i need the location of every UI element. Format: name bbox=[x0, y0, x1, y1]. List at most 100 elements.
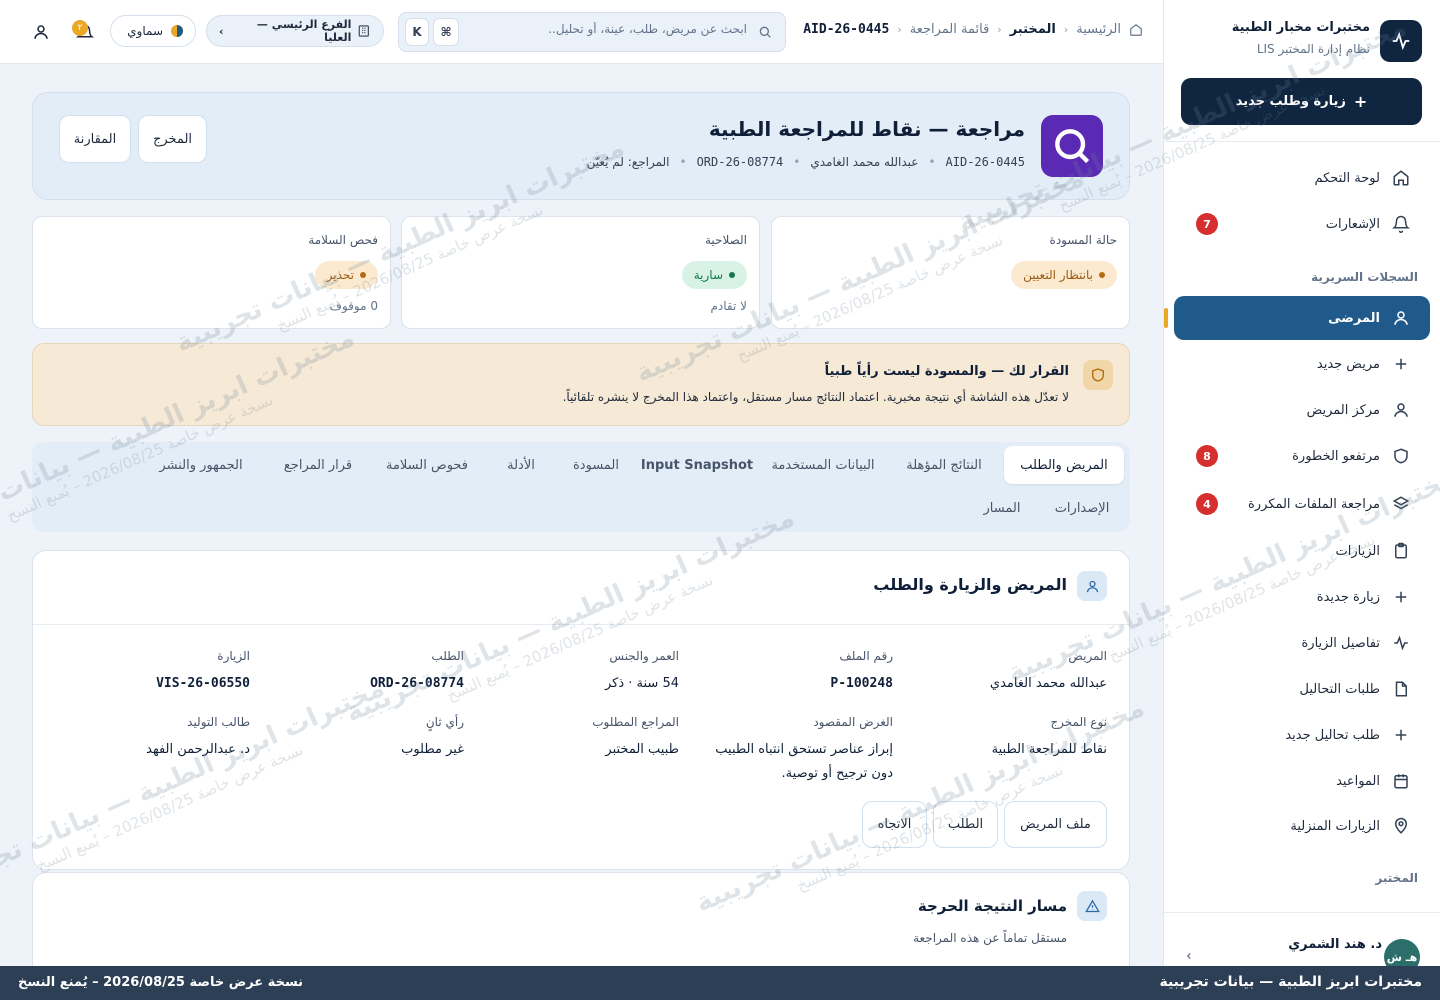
trend-button[interactable]: الاتجاه bbox=[862, 801, 927, 848]
user-icon[interactable] bbox=[32, 23, 50, 41]
sidebar-item-label: الزيارات المنزلية bbox=[1290, 818, 1380, 834]
plus-icon: + bbox=[1353, 92, 1368, 111]
tab-audience-publish[interactable]: الجمهور والنشر bbox=[138, 446, 264, 484]
field-value-order: ORD-26-08774 bbox=[370, 676, 464, 691]
divider bbox=[1164, 141, 1440, 142]
validity-value: سارية bbox=[693, 268, 723, 282]
chevron-right-icon: › bbox=[219, 24, 224, 38]
map-pin-icon bbox=[1394, 817, 1408, 834]
order-button[interactable]: الطلب bbox=[933, 801, 998, 848]
home-icon bbox=[1130, 23, 1142, 36]
global-search[interactable]: ⌘ K bbox=[398, 12, 786, 52]
duplicates-badge: 4 bbox=[1196, 493, 1218, 515]
tab-safety-checks[interactable]: فحوص السلامة bbox=[372, 446, 482, 484]
branch-label: الفرع الرئيسي — العليا bbox=[256, 18, 352, 44]
field-label: الطلب bbox=[431, 649, 464, 663]
sidebar-item-dashboard[interactable]: لوحة التحكم bbox=[1174, 156, 1430, 200]
tab-reviewer-decision[interactable]: قرار المراجع bbox=[270, 446, 366, 484]
draft-status-label: حالة المسودة bbox=[1049, 233, 1117, 247]
search-input[interactable] bbox=[547, 22, 747, 36]
layers-icon bbox=[1392, 496, 1410, 510]
theme-selector[interactable]: سماوي bbox=[110, 15, 196, 47]
patient-file-button[interactable]: ملف المريض bbox=[1004, 801, 1107, 848]
tab-used-data[interactable]: البيانات المستخدمة bbox=[762, 446, 884, 484]
user-icon bbox=[1077, 571, 1107, 601]
sidebar-item-label: المواعيد bbox=[1336, 773, 1380, 789]
tab-evidence[interactable]: الأدلة bbox=[488, 446, 554, 484]
plus-icon bbox=[1395, 591, 1407, 603]
panel-title: المريض والزيارة والطلب bbox=[873, 575, 1067, 594]
draft-status-badge: بانتظار التعيين bbox=[1011, 261, 1117, 289]
sidebar-item-notifications[interactable]: الإشعارات 7 bbox=[1174, 202, 1430, 246]
sidebar-item-duplicate-review[interactable]: مراجعة الملفات المكررة 4 bbox=[1174, 482, 1430, 526]
file-icon bbox=[1395, 681, 1407, 697]
notifications-count: ٢ bbox=[72, 20, 88, 36]
field-value-requester: د. عبدالرحمن الفهد bbox=[146, 742, 250, 757]
sidebar-item-patient-center[interactable]: مركز المريض bbox=[1174, 388, 1430, 432]
branch-selector[interactable]: الفرع الرئيسي — العليا › bbox=[206, 15, 384, 47]
plus-icon bbox=[1395, 729, 1407, 741]
brand-subtitle: نظام إدارة المختبر LIS bbox=[1256, 42, 1370, 56]
tab-versions[interactable]: الإصدارات bbox=[1040, 489, 1124, 527]
topbar: الرئيسية ‹ المختبر ‹ قائمة المراجعة ‹ AI… bbox=[0, 0, 1163, 64]
sidebar-item-new-visit[interactable]: زيارة جديدة bbox=[1174, 575, 1430, 619]
sidebar-item-label: مراجعة الملفات المكررة bbox=[1248, 496, 1380, 512]
shortcut-key-k: K bbox=[405, 18, 429, 46]
new-visit-button[interactable]: + زيارة وطلب جديد bbox=[1181, 78, 1422, 125]
sidebar-item-new-test-request[interactable]: طلب تحاليل جديد bbox=[1174, 713, 1430, 757]
tab-path[interactable]: المسار bbox=[970, 489, 1034, 527]
field-value-age-sex: 54 سنة · ذكر bbox=[604, 676, 679, 691]
critical-path-title: مسار النتيجة الحرجة bbox=[917, 897, 1067, 915]
sidebar-item-home-visits[interactable]: الزيارات المنزلية bbox=[1174, 804, 1430, 848]
sidebar-item-label: تفاصيل الزيارة bbox=[1301, 635, 1380, 651]
field-label: الغرض المقصود bbox=[813, 715, 893, 729]
field-label: نوع المخرج bbox=[1050, 715, 1107, 729]
sidebar-item-label: المرضى bbox=[1328, 310, 1380, 326]
output-button[interactable]: المخرج bbox=[138, 115, 207, 163]
safety-sub: 0 موقوف bbox=[329, 299, 378, 313]
sidebar-item-appointments[interactable]: المواعيد bbox=[1174, 759, 1430, 803]
search-review-icon bbox=[1041, 115, 1103, 177]
sidebar: مختبرات مخبار الطبية نظام إدارة المختبر … bbox=[1163, 0, 1440, 1000]
breadcrumb-lab[interactable]: المختبر bbox=[1010, 22, 1056, 37]
notifications-badge: 7 bbox=[1196, 213, 1218, 235]
field-label: رأي ثانٍ bbox=[425, 715, 464, 729]
brand-name: مختبرات مخبار الطبية bbox=[1231, 20, 1370, 35]
sidebar-item-patients[interactable]: المرضى bbox=[1174, 296, 1430, 340]
notifications-button[interactable]: ٢ bbox=[72, 20, 96, 44]
sidebar-item-label: لوحة التحكم bbox=[1314, 170, 1380, 186]
review-tabs: المريض والطلب النتائج المؤهلة البيانات ا… bbox=[32, 442, 1130, 532]
breadcrumb-home[interactable]: الرئيسية bbox=[1076, 22, 1121, 37]
high-risk-badge: 8 bbox=[1196, 445, 1218, 467]
sidebar-item-label: زيارة جديدة bbox=[1316, 589, 1380, 605]
sidebar-item-visits[interactable]: الزيارات bbox=[1174, 529, 1430, 573]
field-label: المراجع المطلوب bbox=[592, 715, 679, 729]
tab-draft[interactable]: المسودة bbox=[560, 446, 632, 484]
section-clinical-records: السجلات السريرية bbox=[1311, 270, 1418, 284]
panel-header: المريض والزيارة والطلب bbox=[33, 551, 1129, 625]
breadcrumb-separator: ‹ bbox=[897, 23, 902, 36]
tab-eligible-results[interactable]: النتائج المؤهلة bbox=[890, 446, 998, 484]
sidebar-item-test-requests[interactable]: طلبات التحاليل bbox=[1174, 667, 1430, 711]
tab-input-snapshot[interactable]: Input Snapshot bbox=[638, 446, 756, 484]
tab-patient-order[interactable]: المريض والطلب bbox=[1004, 446, 1124, 484]
user-icon bbox=[1394, 403, 1408, 417]
shield-icon bbox=[1083, 360, 1113, 390]
clipboard-icon bbox=[1395, 542, 1407, 559]
sidebar-item-visit-details[interactable]: تفاصيل الزيارة bbox=[1174, 621, 1430, 665]
compare-button[interactable]: المقارنة bbox=[59, 115, 131, 163]
field-value-output-type: نقاط للمراجعة الطبية bbox=[991, 742, 1107, 757]
sidebar-item-new-patient[interactable]: مريض جديد bbox=[1174, 342, 1430, 386]
user-name: د. هند الشمري bbox=[1288, 937, 1382, 952]
shortcut-key-cmd: ⌘ bbox=[433, 18, 459, 46]
separator: • bbox=[793, 155, 801, 169]
field-label: المريض bbox=[1068, 649, 1107, 663]
sidebar-item-label: طلب تحاليل جديد bbox=[1285, 727, 1380, 743]
breadcrumb-review-list[interactable]: قائمة المراجعة bbox=[910, 22, 990, 37]
field-value-patient: عبدالله محمد الغامدي bbox=[989, 676, 1107, 691]
validity-badge: سارية bbox=[681, 261, 747, 289]
calendar-icon bbox=[1394, 774, 1408, 789]
field-value-file-number: P-100248 bbox=[830, 676, 893, 691]
sidebar-item-high-risk[interactable]: مرتفعو الخطورة 8 bbox=[1174, 434, 1430, 478]
chevron-left-icon[interactable] bbox=[1184, 951, 1194, 961]
